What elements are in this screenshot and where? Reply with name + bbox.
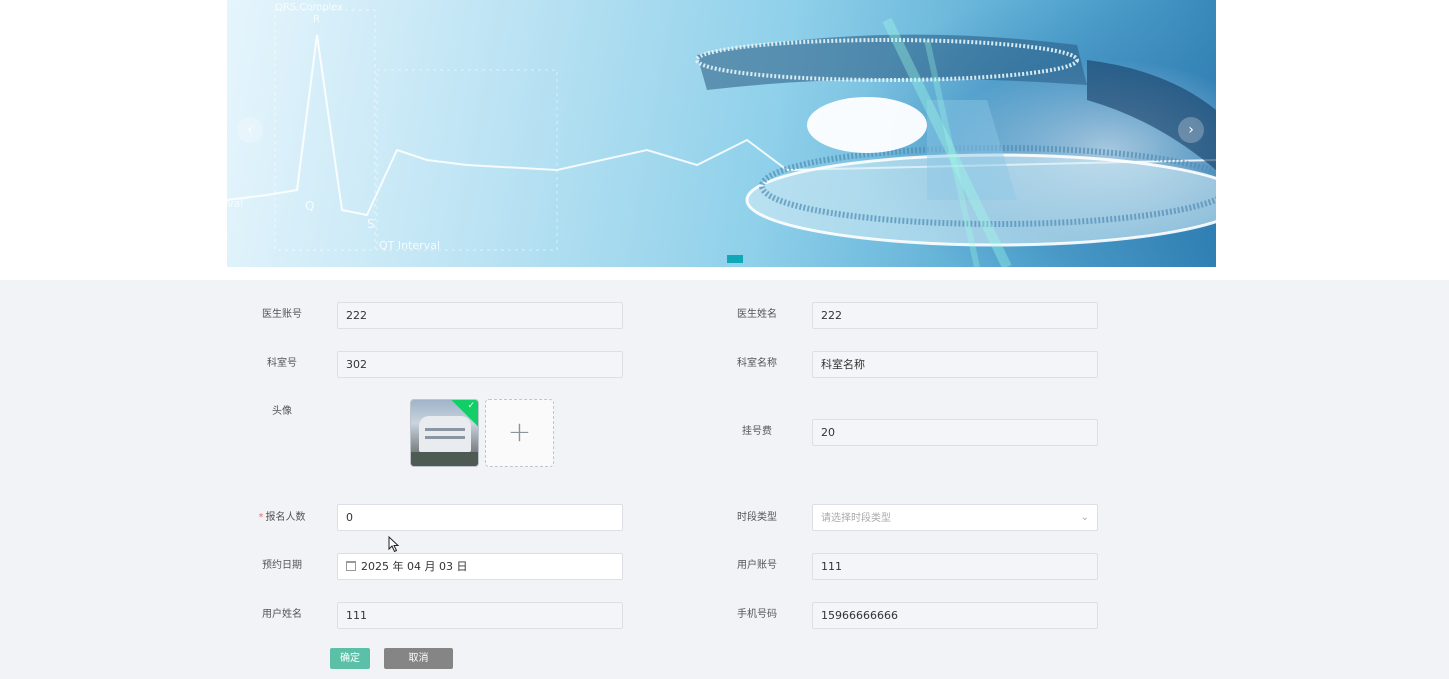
appointment-form: 医生账号 222 医生姓名 222 科室号 302 科室名称 科室名称 头像 ✓…	[0, 280, 1449, 679]
ecg-label-val: val	[227, 197, 243, 210]
carousel-prev-button[interactable]: ‹	[237, 117, 263, 143]
required-mark: *	[258, 512, 264, 523]
doctor-name-input[interactable]: 222	[812, 302, 1098, 329]
phone-label: 手机号码	[737, 609, 777, 620]
enroll-count-input[interactable]: 0	[337, 504, 623, 531]
carousel-indicators	[727, 255, 743, 263]
reg-fee-input[interactable]: 20	[812, 419, 1098, 446]
user-account-input[interactable]: 111	[812, 553, 1098, 580]
time-slot-type-placeholder: 请选择时段类型	[821, 513, 891, 524]
appointment-date-picker[interactable]: 2025 年 04 月 03 日	[337, 553, 623, 580]
time-slot-type-select[interactable]: 请选择时段类型 ⌄	[812, 504, 1098, 531]
chevron-right-icon: ›	[1188, 122, 1194, 138]
ecg-label-q: Q	[305, 199, 314, 213]
dept-no-label: 科室号	[267, 358, 297, 369]
avatar-upload-button[interactable]: +	[485, 399, 554, 467]
plus-icon: +	[507, 415, 532, 448]
chevron-down-icon: ⌄	[1080, 512, 1089, 523]
mouse-cursor-icon	[388, 536, 400, 553]
avatar-label: 头像	[272, 406, 292, 417]
doctor-account-input[interactable]: 222	[337, 302, 623, 329]
ecg-label-r: R	[313, 14, 320, 25]
time-slot-type-label: 时段类型	[737, 512, 777, 523]
chevron-left-icon: ‹	[247, 122, 253, 138]
carousel-indicator-1[interactable]	[727, 255, 743, 263]
avatar-thumbnail[interactable]: ✓	[410, 399, 479, 467]
confirm-button[interactable]: 确定	[330, 648, 370, 669]
user-account-label: 用户账号	[737, 560, 777, 571]
stethoscope-ecg-image: QRS Complex R Q S QT Interval val	[227, 2, 1216, 267]
user-name-label: 用户姓名	[262, 609, 302, 620]
dept-name-label: 科室名称	[737, 358, 777, 369]
phone-input[interactable]: 15966666666	[812, 602, 1098, 629]
cancel-button[interactable]: 取消	[384, 648, 453, 669]
ecg-label-s: S	[367, 217, 375, 231]
calendar-icon	[346, 561, 356, 571]
dept-no-input[interactable]: 302	[337, 351, 623, 378]
user-name-input[interactable]: 111	[337, 602, 623, 629]
ecg-label-qrs: QRS Complex	[275, 2, 343, 13]
reg-fee-label: 挂号费	[742, 426, 772, 437]
dept-name-input[interactable]: 科室名称	[812, 351, 1098, 378]
check-icon: ✓	[467, 401, 475, 411]
appointment-date-value: 2025 年 04 月 03 日	[361, 560, 468, 573]
doctor-account-label: 医生账号	[262, 309, 302, 320]
ecg-label-qt: QT Interval	[379, 239, 440, 252]
doctor-name-label: 医生姓名	[737, 309, 777, 320]
enroll-count-label: * 报名人数	[258, 512, 306, 523]
banner-carousel: QRS Complex R Q S QT Interval val ‹ ›	[227, 0, 1216, 267]
carousel-next-button[interactable]: ›	[1178, 117, 1204, 143]
appointment-date-label: 预约日期	[262, 560, 302, 571]
